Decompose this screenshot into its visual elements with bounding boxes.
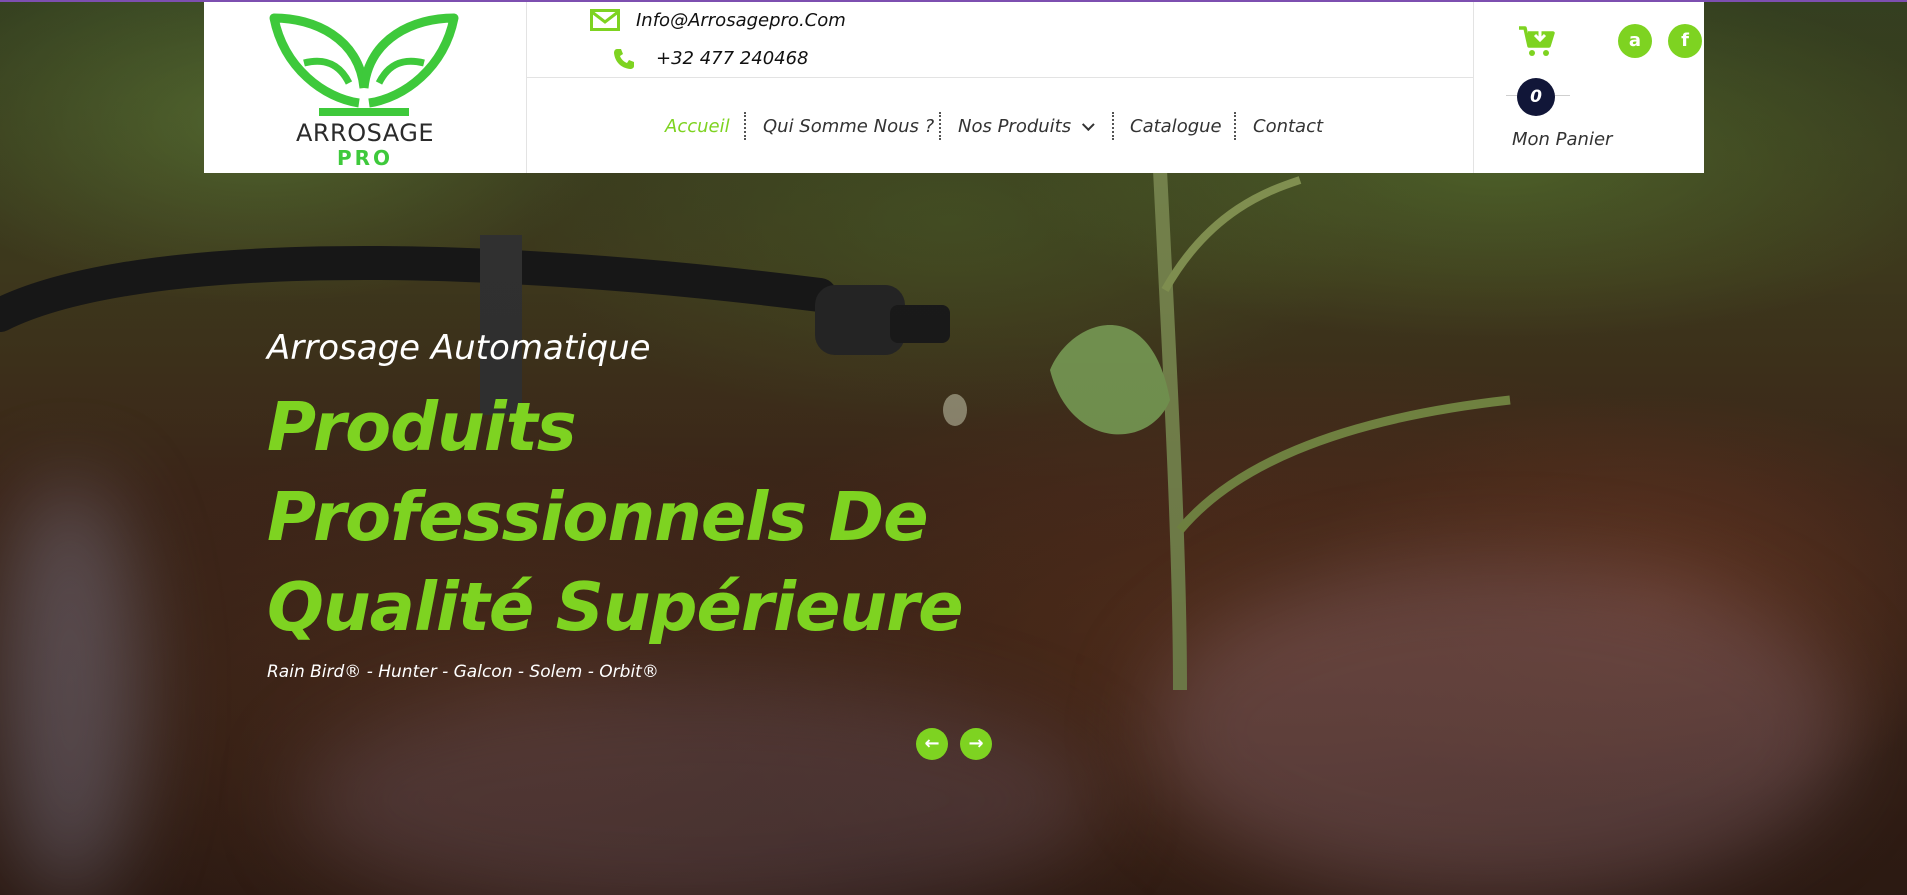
arrow-left-icon: ← <box>924 733 940 754</box>
logo-wordmark-pro: PRO <box>336 146 394 170</box>
email-text: Info@Arrosagepro.Com <box>636 10 846 31</box>
contact-bar: Info@Arrosagepro.Com +32 477 240468 a f <box>526 2 1702 78</box>
slider-prev-button[interactable]: ← <box>916 728 948 760</box>
cart-label[interactable]: Mon Panier <box>1512 129 1612 150</box>
cart-widget[interactable]: 0 Mon Panier <box>1473 2 1705 173</box>
hero-brands: Rain Bird® - Hunter - Galcon - Solem - O… <box>267 662 659 682</box>
headline-line: Qualité Supérieure <box>267 568 964 646</box>
nav-separator <box>1234 112 1236 140</box>
envelope-icon <box>590 9 620 36</box>
email-link[interactable]: Info@Arrosagepro.Com <box>590 9 846 31</box>
cart-icon[interactable] <box>1518 24 1556 62</box>
nav-separator <box>744 112 746 140</box>
logo-wordmark: ARROSAGE <box>295 119 435 147</box>
nav-separator <box>939 112 941 140</box>
slider-next-button[interactable]: → <box>960 728 992 760</box>
nav-item-qui-somme-nous[interactable]: Qui Somme Nous ? <box>763 116 934 137</box>
main-nav: Accueil Qui Somme Nous ? Nos Produits Ca… <box>526 78 1473 173</box>
hero-eyebrow: Arrosage Automatique <box>267 328 651 368</box>
nav-item-nos-produits[interactable]: Nos Produits <box>958 116 1095 137</box>
phone-text: +32 477 240468 <box>656 48 809 69</box>
nav-item-catalogue[interactable]: Catalogue <box>1130 116 1222 137</box>
nav-separator <box>1112 112 1114 140</box>
arrow-right-icon: → <box>968 733 984 754</box>
nav-item-contact[interactable]: Contact <box>1253 116 1323 137</box>
nav-item-accueil[interactable]: Accueil <box>665 116 730 137</box>
leaf-logo-icon <box>269 13 459 116</box>
logo[interactable]: ARROSAGE PRO <box>204 2 527 173</box>
chevron-down-icon <box>1082 118 1095 132</box>
phone-icon <box>612 47 636 76</box>
headline-line: Professionnels De <box>267 478 929 556</box>
headline-line: Produits <box>267 388 577 466</box>
site-header: ARROSAGE PRO Info@Arrosagepro.Com +32 47… <box>204 2 1704 173</box>
hero-headline: Produits Professionnels De Qualité Supér… <box>267 382 967 652</box>
nav-item-label: Nos Produits <box>958 116 1072 137</box>
phone-link[interactable]: +32 477 240468 <box>614 48 809 69</box>
cart-count-badge: 0 <box>1517 78 1555 116</box>
